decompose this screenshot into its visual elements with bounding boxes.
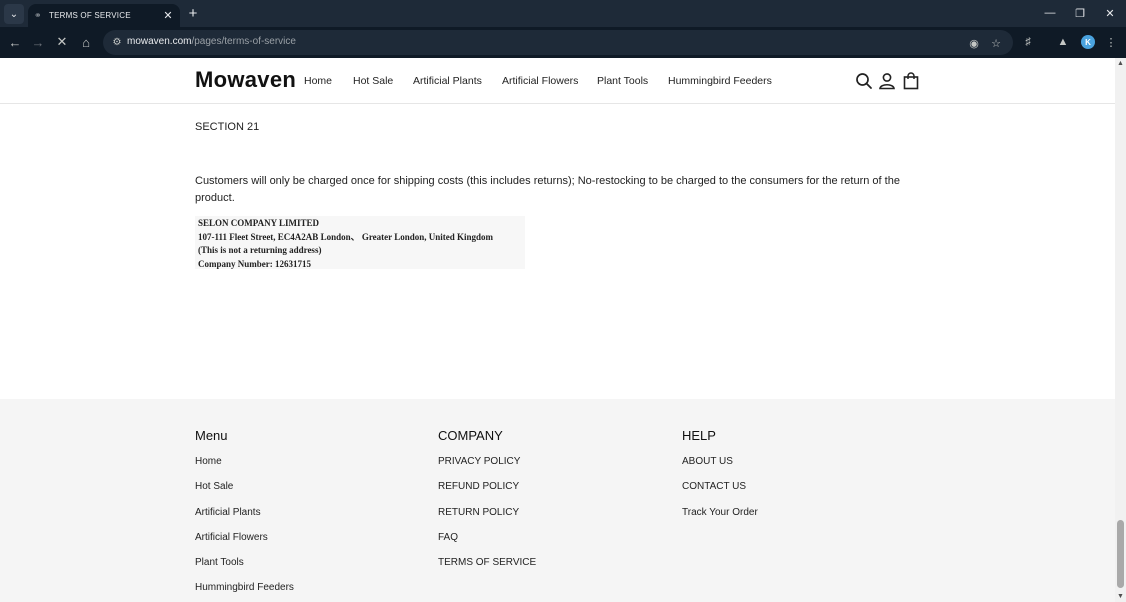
browser-tab-strip: ⌄ ⚭ TERMS OF SERVICE ✕ + — ❐ ✕ (0, 0, 1126, 27)
address-bar[interactable]: ⚙ mowaven.com/pages/terms-of-service ◉ ☆ (103, 30, 1013, 55)
site-footer: Menu Home Hot Sale Artificial Plants Art… (0, 399, 1115, 602)
company-address-note: (This is not a returning address) (198, 245, 322, 255)
eye-off-icon[interactable]: ◉ (965, 34, 983, 52)
minimize-icon[interactable]: — (1035, 2, 1065, 24)
bookmark-star-icon[interactable]: ☆ (987, 34, 1005, 52)
footer-column-company: COMPANY PRIVACY POLICY REFUND POLICY RET… (438, 428, 536, 582)
footer-link-contact-us[interactable]: CONTACT US (682, 481, 758, 506)
site-settings-icon[interactable]: ⚙ (109, 34, 125, 50)
nav-artificial-flowers[interactable]: Artificial Flowers (502, 75, 578, 87)
page-scrollbar[interactable]: ▲ ▼ (1115, 58, 1126, 602)
stop-loading-icon[interactable]: ✕ (52, 32, 72, 52)
browser-toolbar: ← → ✕ ⌂ ⚙ mowaven.com/pages/terms-of-ser… (0, 27, 1126, 58)
footer-link-artificial-flowers[interactable]: Artificial Flowers (195, 532, 294, 557)
footer-link-plant-tools[interactable]: Plant Tools (195, 557, 294, 582)
link-icon: ⚭ (34, 10, 42, 20)
footer-heading: Menu (195, 428, 228, 443)
footer-link-return-policy[interactable]: RETURN POLICY (438, 507, 536, 532)
new-tab-plus-icon[interactable]: + (184, 4, 202, 22)
back-arrow-icon[interactable]: ← (5, 32, 25, 52)
close-window-icon[interactable]: ✕ (1095, 2, 1125, 24)
footer-link-hummingbird-feeders[interactable]: Hummingbird Feeders (195, 582, 294, 602)
footer-heading: COMPANY (438, 428, 503, 443)
footer-link-about-us[interactable]: ABOUT US (682, 456, 758, 481)
footer-heading: HELP (682, 428, 716, 443)
nav-hummingbird-feeders[interactable]: Hummingbird Feeders (668, 75, 772, 87)
shopping-bag-icon[interactable] (902, 72, 920, 90)
footer-column-help: HELP ABOUT US CONTACT US Track Your Orde… (682, 428, 758, 532)
footer-link-privacy-policy[interactable]: PRIVACY POLICY (438, 456, 536, 481)
tab-search-chevron-icon[interactable]: ⌄ (4, 4, 24, 24)
scroll-up-arrow-icon[interactable]: ▲ (1117, 59, 1124, 67)
nav-home[interactable]: Home (304, 75, 332, 87)
home-icon[interactable]: ⌂ (76, 32, 96, 52)
nav-plant-tools[interactable]: Plant Tools (597, 75, 648, 87)
url-domain: mowaven.com (127, 36, 192, 47)
search-icon[interactable] (855, 72, 873, 90)
url-text[interactable]: mowaven.com/pages/terms-of-service (127, 36, 296, 47)
footer-link-artificial-plants[interactable]: Artificial Plants (195, 507, 294, 532)
footer-column-menu: Menu Home Hot Sale Artificial Plants Art… (195, 428, 294, 602)
tab-close-icon[interactable]: ✕ (161, 9, 175, 23)
footer-link-track-order[interactable]: Track Your Order (682, 507, 758, 532)
forward-arrow-icon[interactable]: → (28, 32, 48, 52)
section-title: SECTION 21 (195, 121, 260, 133)
site-header: Mowaven Home Hot Sale Artificial Plants … (0, 58, 1115, 104)
page-viewport: Mowaven Home Hot Sale Artificial Plants … (0, 58, 1115, 602)
section-paragraph: Customers will only be charged once for … (195, 175, 900, 204)
site-logo[interactable]: Mowaven (195, 67, 296, 93)
browser-tab[interactable]: ⚭ TERMS OF SERVICE ✕ (28, 4, 180, 27)
restore-icon[interactable]: ❐ (1065, 2, 1095, 24)
footer-link-home[interactable]: Home (195, 456, 294, 481)
lab-flask-icon[interactable]: ▲ (1054, 33, 1072, 51)
footer-link-hot-sale[interactable]: Hot Sale (195, 481, 294, 506)
account-icon[interactable] (878, 72, 896, 90)
nav-artificial-plants[interactable]: Artificial Plants (413, 75, 482, 87)
company-number: Company Number: 12631715 (198, 258, 312, 269)
nav-hot-sale[interactable]: Hot Sale (353, 75, 393, 87)
footer-link-faq[interactable]: FAQ (438, 532, 536, 557)
footer-link-refund-policy[interactable]: REFUND POLICY (438, 481, 536, 506)
company-info-image: SELON COMPANY LIMITED 107-111 Fleet Stre… (195, 216, 525, 269)
extensions-puzzle-icon[interactable]: ♯ (1019, 33, 1037, 51)
tab-title: TERMS OF SERVICE (49, 11, 131, 20)
company-address: 107-111 Fleet Street, EC4A2AB London、 Gr… (198, 231, 494, 242)
url-path: /pages/terms-of-service (191, 36, 296, 47)
more-menu-icon[interactable]: ⋮ (1102, 33, 1120, 51)
company-name: SELON COMPANY LIMITED (198, 218, 320, 228)
scroll-down-arrow-icon[interactable]: ▼ (1117, 592, 1124, 600)
footer-link-terms-of-service[interactable]: TERMS OF SERVICE (438, 557, 536, 582)
scroll-thumb[interactable] (1117, 520, 1124, 588)
profile-avatar[interactable]: K (1081, 35, 1095, 49)
